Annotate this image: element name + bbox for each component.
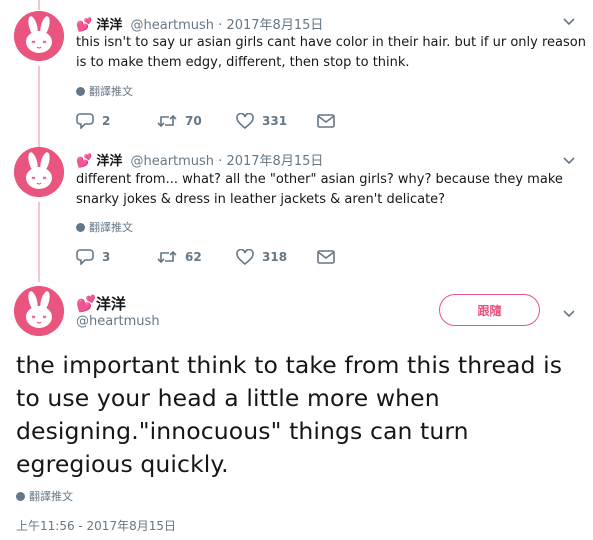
- reply-count: 2: [102, 114, 111, 128]
- separator: ·: [218, 154, 223, 169]
- translate-link[interactable]: 翻譯推文: [76, 83, 133, 99]
- like-icon: [236, 248, 254, 266]
- heart-emoji: 💕: [76, 294, 96, 313]
- avatar[interactable]: [14, 147, 64, 197]
- retweet-icon: [157, 250, 177, 264]
- dm-button[interactable]: [317, 113, 343, 128]
- translate-link[interactable]: 翻譯推文: [16, 488, 73, 504]
- reply-button[interactable]: 2: [76, 113, 111, 130]
- display-name[interactable]: 洋洋: [96, 18, 122, 33]
- retweet-icon: [157, 114, 177, 128]
- heart-emoji: 💕: [76, 154, 93, 169]
- like-button[interactable]: 331: [236, 112, 288, 130]
- tweet-header: 💕 洋洋 @heartmush · 2017年8月15日: [76, 14, 323, 33]
- separator: ·: [218, 18, 223, 33]
- chevron-down-icon[interactable]: [563, 154, 575, 168]
- tweet-date[interactable]: 2017年8月15日: [226, 154, 323, 169]
- retweet-button[interactable]: 62: [157, 249, 202, 265]
- tweet-text: this isn't to say ur asian girls cant ha…: [76, 35, 586, 70]
- retweet-count: 70: [185, 114, 202, 128]
- handle[interactable]: @heartmush: [130, 154, 214, 169]
- chevron-down-icon[interactable]: [563, 15, 575, 29]
- avatar-bunny: [14, 11, 64, 61]
- display-name[interactable]: 💕洋洋: [76, 293, 126, 314]
- follow-button[interactable]: 跟隨: [439, 294, 540, 326]
- tweet[interactable]: 💕 洋洋 @heartmush · 2017年8月15日 different f…: [0, 140, 593, 280]
- like-icon: [236, 112, 254, 130]
- globe-icon: [16, 492, 25, 501]
- globe-icon: [76, 87, 85, 96]
- handle[interactable]: @heartmush: [130, 18, 214, 33]
- translate-label: 翻譯推文: [89, 85, 133, 98]
- tweet-text: the important think to take from this th…: [16, 351, 563, 478]
- display-name-text: 洋洋: [95, 295, 126, 313]
- display-name[interactable]: 洋洋: [96, 154, 122, 169]
- reply-button[interactable]: 3: [76, 249, 111, 266]
- dm-icon: [317, 250, 335, 264]
- translate-link[interactable]: 翻譯推文: [76, 219, 133, 235]
- reply-count: 3: [102, 250, 111, 264]
- avatar[interactable]: [14, 11, 64, 61]
- tweet-header: 💕 洋洋 @heartmush · 2017年8月15日: [76, 150, 323, 169]
- timestamp[interactable]: 上午11:56 - 2017年8月15日: [16, 517, 176, 534]
- tweet-text: different from... what? all the "other" …: [76, 172, 563, 207]
- reply-icon: [76, 249, 94, 266]
- handle[interactable]: @heartmush: [76, 314, 160, 329]
- translate-label: 翻譯推文: [29, 490, 73, 503]
- like-button[interactable]: 318: [236, 248, 288, 266]
- dm-button[interactable]: [317, 249, 343, 264]
- like-count: 318: [262, 250, 288, 264]
- like-count: 331: [262, 114, 288, 128]
- avatar-bunny: [14, 286, 64, 336]
- chevron-down-icon[interactable]: [563, 307, 575, 321]
- avatar[interactable]: [14, 286, 64, 336]
- tweet-date[interactable]: 2017年8月15日: [226, 18, 323, 33]
- retweet-count: 62: [185, 250, 202, 264]
- translate-label: 翻譯推文: [89, 221, 133, 234]
- retweet-button[interactable]: 70: [157, 113, 202, 129]
- tweet[interactable]: 💕 洋洋 @heartmush · 2017年8月15日 this isn't …: [0, 0, 593, 140]
- globe-icon: [76, 223, 85, 232]
- dm-icon: [317, 114, 335, 128]
- heart-emoji: 💕: [76, 18, 93, 33]
- reply-icon: [76, 113, 94, 130]
- avatar-bunny: [14, 147, 64, 197]
